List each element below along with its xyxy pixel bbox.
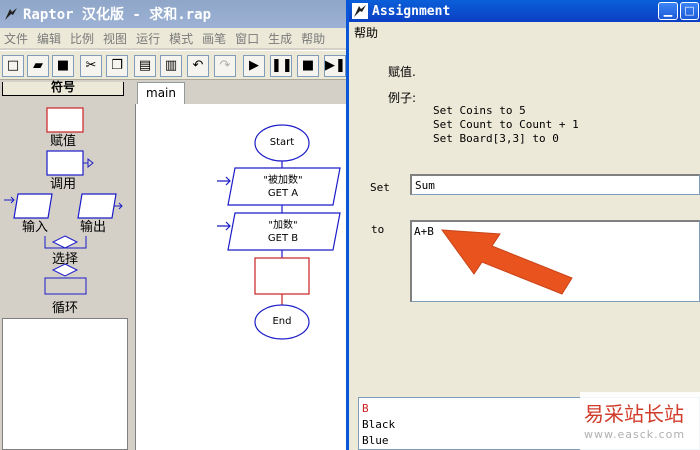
- copy-icon[interactable]: ❐: [106, 55, 128, 77]
- menu-view[interactable]: 视图: [103, 30, 127, 47]
- main-window-titlebar: Raptor 汉化版 - 求和.rap: [0, 0, 349, 28]
- input-b-get: GET B: [267, 233, 299, 244]
- output-arrow: [114, 202, 123, 210]
- menu-help[interactable]: 帮助: [301, 30, 325, 47]
- suggestion-item[interactable]: Black: [362, 418, 395, 431]
- dialog-title: Assignment: [372, 3, 451, 19]
- main-window-title: Raptor 汉化版 - 求和.rap: [23, 7, 212, 23]
- paste-icon[interactable]: ▤: [134, 55, 156, 77]
- run-icon[interactable]: ▶: [243, 55, 265, 77]
- set-field-value: Sum: [415, 179, 435, 192]
- dialog-menu-help[interactable]: 帮助: [349, 22, 700, 44]
- input-b-arrow: [217, 221, 231, 231]
- input-arrow: [4, 196, 15, 204]
- minimize-button[interactable]: ▁: [658, 2, 678, 20]
- menu-pen[interactable]: 画笔: [202, 30, 226, 47]
- menu-generate[interactable]: 生成: [268, 30, 292, 47]
- step-icon[interactable]: ▶❚: [324, 55, 346, 77]
- call-arrow: [83, 157, 94, 169]
- call-symbol[interactable]: [46, 150, 84, 176]
- symbol-label-loop: 循环: [52, 301, 79, 316]
- menu-run[interactable]: 运行: [136, 30, 160, 47]
- input-a-get: GET A: [267, 188, 299, 199]
- save-icon[interactable]: ■: [52, 55, 74, 77]
- loop-body: [44, 277, 87, 295]
- open-folder-icon[interactable]: ▰: [27, 55, 49, 77]
- input-a-prompt: "被加数": [263, 175, 303, 186]
- example-line-2: Set Count to Count + 1: [433, 118, 579, 131]
- cut-icon[interactable]: ✂: [80, 55, 102, 77]
- tab-main[interactable]: main: [137, 82, 185, 104]
- symbols-heading: 符号: [2, 81, 124, 96]
- print-icon[interactable]: ▥: [160, 55, 182, 77]
- menu-edit[interactable]: 编辑: [37, 30, 61, 47]
- input-b-text: "加数" GET B: [233, 219, 333, 245]
- example-line-1: Set Coins to 5: [433, 104, 526, 117]
- menu-window[interactable]: 窗口: [235, 30, 259, 47]
- watermark-url: www.easck.com: [584, 428, 686, 441]
- assignment-symbol[interactable]: [46, 107, 84, 133]
- dialog-heading: 赋值.: [388, 65, 416, 79]
- assignment-block[interactable]: [254, 257, 310, 295]
- watermark-name: 易采站长站: [584, 402, 684, 426]
- to-label: to: [371, 223, 385, 236]
- symbol-label-call: 调用: [50, 177, 77, 192]
- symbol-label-selection: 选择: [52, 252, 79, 267]
- input-a-text: "被加数" GET A: [233, 174, 333, 200]
- raptor-dialog-icon: [352, 3, 368, 19]
- main-toolbar: □ ▰ ■ ✂ ❐ ▤ ▥ ↶ ↷ ▶ ❚❚ ■ ▶❚: [0, 50, 348, 80]
- flowchart: [217, 124, 341, 340]
- output-symbol[interactable]: [77, 193, 117, 219]
- raptor-app-icon: [5, 8, 17, 20]
- menu-file[interactable]: 文件: [4, 30, 28, 47]
- redo-icon[interactable]: ↷: [214, 55, 236, 77]
- symbol-label-assignment: 赋值: [50, 134, 77, 149]
- new-file-icon[interactable]: □: [2, 55, 24, 77]
- input-a-arrow: [217, 176, 231, 186]
- symbol-label-input: 输入: [22, 220, 49, 235]
- set-field[interactable]: Sum: [410, 174, 700, 195]
- set-label: Set: [370, 181, 390, 194]
- selection-symbol[interactable]: [51, 235, 79, 249]
- watermark: 易采站长站 www.easck.com: [580, 392, 700, 450]
- stop-icon[interactable]: ■: [297, 55, 319, 77]
- start-label: Start: [269, 137, 295, 148]
- input-symbol[interactable]: [13, 193, 53, 219]
- to-field-value: A+B: [414, 225, 434, 238]
- symbol-label-output: 输出: [80, 220, 107, 235]
- menu-mode[interactable]: 模式: [169, 30, 193, 47]
- input-b-prompt: "加数": [268, 220, 298, 231]
- main-menubar: 文件 编辑 比例 视图 运行 模式 画笔 窗口 生成 帮助: [0, 28, 348, 48]
- example-title: 例子:: [388, 91, 417, 105]
- red-arrow-annotation: [440, 229, 573, 295]
- end-label: End: [272, 316, 292, 327]
- example-line-3: Set Board[3,3] to 0: [433, 132, 559, 145]
- undo-icon[interactable]: ↶: [187, 55, 209, 77]
- suggestion-item[interactable]: Blue: [362, 434, 389, 447]
- menu-scale[interactable]: 比例: [70, 30, 94, 47]
- dialog-titlebar: Assignment: [349, 0, 700, 22]
- suggestion-item[interactable]: B: [362, 402, 369, 415]
- maximize-button[interactable]: □: [680, 2, 699, 20]
- pause-icon[interactable]: ❚❚: [270, 55, 293, 77]
- variables-pane: [2, 318, 128, 450]
